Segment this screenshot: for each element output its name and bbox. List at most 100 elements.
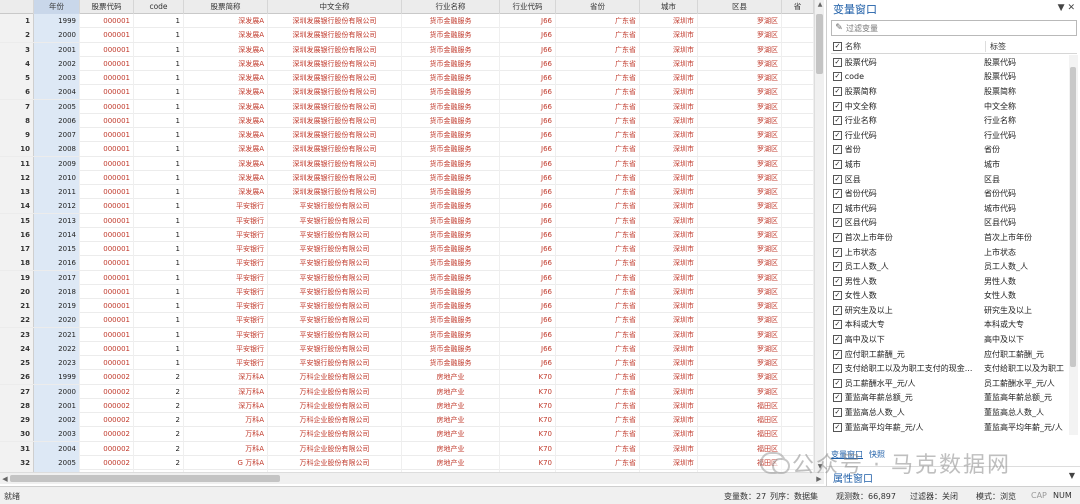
table-cell[interactable]: 2022 [34,341,80,356]
variable-row[interactable]: ✓ 行业代码 行业代码 [831,128,1069,143]
row-number[interactable]: 7 [0,99,34,114]
table-cell[interactable] [782,170,814,185]
table-cell[interactable]: 房地产业 [402,441,500,456]
table-cell[interactable]: 罗湖区 [698,213,782,228]
table-cell[interactable]: 深圳市 [640,455,698,470]
variable-checkbox[interactable]: ✓ [833,101,842,111]
row-number[interactable]: 32 [0,455,34,470]
table-cell[interactable]: 2 [134,427,184,442]
table-cell[interactable]: 广东省 [556,398,640,413]
table-cell[interactable]: J66 [500,128,556,142]
table-cell[interactable]: 2 [134,441,184,456]
table-cell[interactable]: 货币金融服务 [402,356,500,370]
table-cell[interactable]: J66 [500,71,556,85]
table-cell[interactable]: 深圳发展银行股份有限公司 [268,71,402,85]
table-cell[interactable]: 广东省 [556,227,640,242]
table-cell[interactable] [782,299,814,313]
table-cell[interactable]: 1 [134,270,184,285]
variable-checkbox[interactable]: ✓ [833,276,842,286]
table-cell[interactable]: 货币金融服务 [402,42,500,57]
variable-checkbox[interactable]: ✓ [833,116,842,126]
table-cell[interactable]: 罗湖区 [698,128,782,142]
table-cell[interactable]: 深圳发展银行股份有限公司 [268,28,402,43]
row-number[interactable]: 28 [0,398,34,413]
table-cell[interactable]: 万科A [184,413,268,427]
table-cell[interactable]: 1 [134,313,184,328]
variable-row[interactable]: ✓ 上市状态 上市状态 [831,245,1069,260]
variable-checkbox[interactable]: ✓ [833,159,842,169]
table-cell[interactable]: 平安银行股份有限公司 [268,256,402,271]
table-cell[interactable]: 深圳市 [640,28,698,43]
table-cell[interactable]: 深圳发展银行股份有限公司 [268,156,402,171]
table-cell[interactable]: 广东省 [556,413,640,427]
table-cell[interactable]: 万科企业股份有限公司 [268,398,402,413]
table-cell[interactable]: 1 [134,256,184,271]
table-cell[interactable]: 平安银行股份有限公司 [268,299,402,313]
variable-checkbox[interactable]: ✓ [833,130,842,140]
table-row[interactable]: 9 2007 000001 1 深发展A 深圳发展银行股份有限公司 货币金融服务 J66 广东省… [0,128,814,143]
table-cell[interactable]: 000002 [80,370,134,385]
table-row[interactable]: 14 2012 000001 1 平安银行 平安银行股份有限公司 货币金融服务 J66 广东省深… [0,199,814,214]
table-row[interactable]: 10 2008 000001 1 深发展A 深圳发展银行股份有限公司 货币金融服务 J66 广东… [0,142,814,157]
table-cell[interactable] [782,113,814,128]
table-cell[interactable]: 深发展A [184,113,268,128]
table-cell[interactable]: J66 [500,227,556,242]
table-cell[interactable]: 广东省 [556,455,640,470]
table-cell[interactable]: 深圳发展银行股份有限公司 [268,42,402,57]
table-cell[interactable]: 深万科A [184,384,268,399]
table-cell[interactable]: J66 [500,142,556,157]
table-cell[interactable]: 000002 [80,413,134,427]
table-cell[interactable]: 罗湖区 [698,185,782,199]
table-cell[interactable]: 罗湖区 [698,42,782,57]
table-cell[interactable]: 1 [134,185,184,199]
table-cell[interactable]: 罗湖区 [698,14,782,28]
table-cell[interactable]: 广东省 [556,99,640,114]
tab-variables[interactable]: 变量窗口 [831,449,863,460]
table-cell[interactable]: 平安银行 [184,270,268,285]
table-cell[interactable]: 平安银行股份有限公司 [268,213,402,228]
variable-row[interactable]: ✓ 省份 省份 [831,143,1069,158]
table-cell[interactable]: K70 [500,384,556,399]
table-cell[interactable]: 广东省 [556,341,640,356]
column-header[interactable]: 股票代码 [80,0,134,14]
grid-horizontal-scrollbar[interactable]: ◀ ▶ [0,472,824,484]
row-number[interactable]: 20 [0,284,34,299]
table-cell[interactable]: 深圳市 [640,441,698,456]
table-cell[interactable]: 1 [134,42,184,57]
table-cell[interactable]: 罗湖区 [698,227,782,242]
table-cell[interactable]: 深圳市 [640,14,698,28]
table-cell[interactable]: 货币金融服务 [402,199,500,214]
table-row[interactable]: 26 1999 000002 2 深万科A 万科企业股份有限公司 房地产业 K70 广东省 深圳市… [0,370,814,385]
table-cell[interactable] [782,142,814,157]
table-cell[interactable]: 广东省 [556,270,640,285]
table-cell[interactable]: 深圳市 [640,427,698,442]
variable-checkbox[interactable]: ✓ [833,349,842,359]
table-row[interactable]: 31 2004 000002 2 万科A 万科企业股份有限公司 房地产业 K70 广东省 深圳市福… [0,441,814,456]
table-cell[interactable]: 2003 [34,71,80,85]
table-cell[interactable] [782,356,814,370]
variable-row[interactable]: ✓ 董监高平均年薪_元/人 董监高平均年薪_元/人 [831,420,1069,435]
table-row[interactable]: 22 2020 000001 1 平安银行 平安银行股份有限公司 货币金融服务 J66 广东省深… [0,313,814,328]
table-row[interactable]: 5 2003 000001 1 深发展A 深圳发展银行股份有限公司 货币金融服务 J66 广东省… [0,71,814,86]
variable-checkbox[interactable]: ✓ [833,393,842,403]
column-header[interactable]: 城市 [640,0,698,14]
row-number[interactable]: 30 [0,427,34,442]
table-cell[interactable]: 1 [134,14,184,28]
scroll-right-icon[interactable]: ▶ [814,473,824,485]
table-cell[interactable]: 平安银行股份有限公司 [268,327,402,342]
table-cell[interactable]: 000001 [80,128,134,142]
table-cell[interactable]: 1 [134,341,184,356]
tab-snapshots[interactable]: 快照 [869,449,885,460]
table-row[interactable]: 18 2016 000001 1 平安银行 平安银行股份有限公司 货币金融服务 J66 广东省深… [0,256,814,271]
table-cell[interactable]: 深圳市 [640,270,698,285]
variable-row[interactable]: ✓ 城市代码 城市代码 [831,201,1069,216]
variable-row[interactable]: ✓ 女性人数 女性人数 [831,289,1069,304]
row-number[interactable]: 22 [0,313,34,328]
table-cell[interactable] [782,156,814,171]
table-cell[interactable] [782,284,814,299]
table-row[interactable]: 13 2011 000001 1 深发展A 深圳发展银行股份有限公司 货币金融服务 J66 广东… [0,185,814,200]
table-cell[interactable]: 平安银行股份有限公司 [268,284,402,299]
table-cell[interactable]: 广东省 [556,213,640,228]
variable-checkbox[interactable]: ✓ [833,262,842,272]
table-cell[interactable]: K70 [500,455,556,470]
